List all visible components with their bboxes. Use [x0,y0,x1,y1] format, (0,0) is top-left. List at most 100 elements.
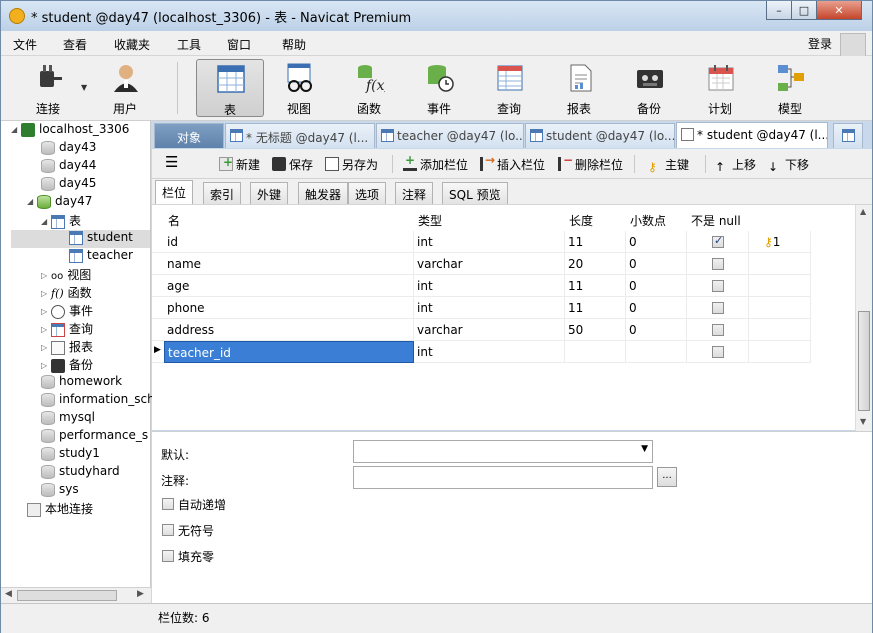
toolbar-function-button[interactable]: f(x) 函数 [336,59,402,117]
comment-input[interactable] [353,466,653,489]
close-button[interactable]: ✕ [816,1,862,20]
toolbar-table-button[interactable]: 表 [196,59,264,117]
chevron-down-icon[interactable]: ▼ [81,83,87,92]
tree-table-student[interactable]: student [69,230,133,248]
cell-decimals[interactable]: 0 [626,297,687,319]
column-header-length[interactable]: 长度 [565,209,626,231]
cell-decimals[interactable]: 0 [626,253,687,275]
tab-student-edit[interactable]: * student @day47 (l... [676,122,828,148]
collapse-arrow-icon[interactable]: ▷ [41,325,51,334]
not-null-checkbox[interactable] [712,324,724,336]
collapse-arrow-icon[interactable]: ▷ [41,271,51,280]
cell-length[interactable] [565,341,626,363]
auto-increment-checkbox[interactable] [162,498,174,510]
hamburger-menu-icon[interactable]: ☰ [165,153,178,171]
delete-field-button[interactable]: − 删除栏位 [558,153,623,173]
tree-db-day45[interactable]: day45 [41,176,96,194]
toolbar-query-button[interactable]: 查询 [476,59,542,117]
move-down-button[interactable]: ↓ 下移 [768,156,809,174]
unsigned-checkbox[interactable] [162,524,174,536]
cell-type[interactable]: int [414,341,565,363]
grid-vertical-scrollbar[interactable]: ▲ ▼ [855,205,872,431]
cell-name[interactable]: id [164,231,414,253]
cell-decimals[interactable] [626,341,687,363]
primary-key-button[interactable]: ⚷ 主键 [648,156,689,174]
tree-node-functions[interactable]: ▷ f() 函数 [41,284,92,302]
add-field-button[interactable]: + 添加栏位 [403,153,468,173]
scroll-down-icon[interactable]: ▼ [860,417,866,426]
comment-expand-button[interactable]: ... [657,467,677,487]
not-null-checkbox[interactable] [712,258,724,270]
cell-name[interactable]: age [164,275,414,297]
cell-decimals[interactable]: 0 [626,319,687,341]
cell-name[interactable]: address [164,319,414,341]
move-up-button[interactable]: ↑ 上移 [715,156,756,174]
not-null-checkbox[interactable] [712,280,724,292]
menu-help[interactable]: 帮助 [282,36,306,53]
subtab-indexes[interactable]: 索引 [203,182,242,204]
tree-table-teacher[interactable]: teacher [69,248,133,266]
save-as-button[interactable]: 另存为 [325,156,378,173]
table-row[interactable]: age int 11 0 [152,275,811,297]
tab-student[interactable]: student @day47 (lo... [525,123,675,148]
subtab-options[interactable]: 选项 [348,182,387,204]
tree-db-day47[interactable]: ◢ day47 [27,194,92,212]
subtab-comments[interactable]: 注释 [395,182,434,204]
new-tab-button[interactable] [833,123,863,148]
toolbar-model-button[interactable]: 模型 [757,59,823,117]
collapse-arrow-icon[interactable]: ▷ [41,289,51,298]
table-row[interactable]: ▶ teacher_id int [152,341,811,363]
menu-view[interactable]: 查看 [63,36,87,53]
cell-length[interactable]: 11 [565,231,626,253]
tree-node-backups[interactable]: ▷ 备份 [41,356,93,374]
minimize-button[interactable]: – [766,1,792,20]
save-button[interactable]: 保存 [272,156,313,173]
menu-window[interactable]: 窗口 [227,36,251,53]
toolbar-connection-button[interactable]: 连接 [15,59,81,117]
tree-node-views[interactable]: ▷ oo 视图 [41,266,91,284]
tree-db-homework[interactable]: homework [41,374,122,392]
insert-field-button[interactable]: → 插入栏位 [480,153,545,173]
collapse-arrow-icon[interactable]: ▷ [41,361,51,370]
subtab-foreign-keys[interactable]: 外键 [250,182,289,204]
subtab-fields[interactable]: 栏位 [155,180,194,204]
tree-db-mysql[interactable]: mysql [41,410,95,428]
expand-arrow-icon[interactable]: ◢ [41,217,51,226]
tree-node-events[interactable]: ▷ 事件 [41,302,93,320]
cell-name[interactable]: name [164,253,414,275]
tree-db-information-schema[interactable]: information_sch [41,392,155,410]
menu-favorites[interactable]: 收藏夹 [114,36,150,53]
cell-name[interactable]: teacher_id [164,341,414,363]
menu-tools[interactable]: 工具 [177,36,201,53]
cell-length[interactable]: 50 [565,319,626,341]
cell-decimals[interactable]: 0 [626,231,687,253]
column-header-type[interactable]: 类型 [414,209,565,231]
toolbar-view-button[interactable]: 视图 [266,59,332,117]
tree-db-sys[interactable]: sys [41,482,79,500]
cell-type[interactable]: int [414,231,565,253]
cell-type[interactable]: int [414,297,565,319]
scroll-left-icon[interactable]: ◀ [5,589,12,599]
tab-objects[interactable]: 对象 [154,123,224,148]
cell-name[interactable]: phone [164,297,414,319]
column-header-not-null[interactable]: 不是 null [687,209,749,231]
scroll-up-icon[interactable]: ▲ [860,207,866,216]
toolbar-schedule-button[interactable]: 计划 [687,59,753,117]
cell-type[interactable]: varchar [414,253,565,275]
collapse-arrow-icon[interactable]: ▷ [41,307,51,316]
maximize-button[interactable]: □ [791,1,817,20]
expand-arrow-icon[interactable]: ◢ [27,197,37,206]
tree-db-day43[interactable]: day43 [41,140,96,158]
tab-teacher[interactable]: teacher @day47 (lo... [376,123,524,148]
tree-connection[interactable]: ◢ localhost_3306 [11,122,129,140]
cell-type[interactable]: int [414,275,565,297]
not-null-checkbox[interactable] [712,234,724,248]
table-row[interactable]: idint110 ⚷1 [152,231,811,253]
tree-tables-node[interactable]: ◢ 表 [41,212,81,230]
new-button[interactable]: + 新建 [219,155,260,173]
tree-db-study1[interactable]: study1 [41,446,100,464]
tree-local-connection[interactable]: 本地连接 [27,500,93,518]
cell-length[interactable]: 20 [565,253,626,275]
tree-db-day44[interactable]: day44 [41,158,96,176]
cell-decimals[interactable]: 0 [626,275,687,297]
